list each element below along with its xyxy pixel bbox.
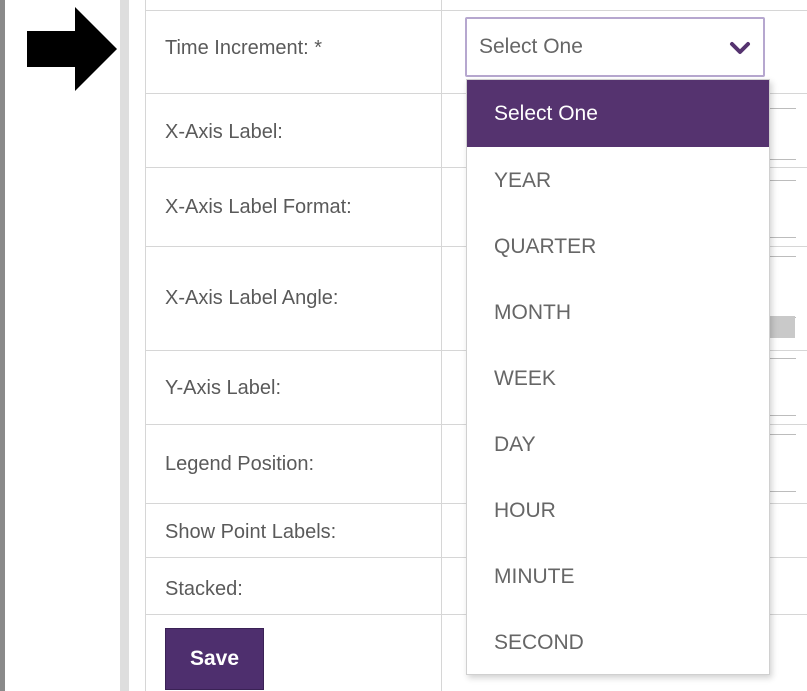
time-increment-selected-value: Select One bbox=[479, 35, 583, 58]
right-arrow-icon bbox=[27, 7, 117, 91]
time-increment-label: Time Increment: * bbox=[165, 37, 323, 59]
save-button[interactable]: Save bbox=[165, 628, 264, 690]
option-label: HOUR bbox=[494, 499, 556, 522]
legend-position-label: Legend Position: bbox=[165, 453, 315, 475]
option-label: DAY bbox=[494, 433, 536, 456]
panel-divider bbox=[120, 0, 129, 691]
stacked-label: Stacked: bbox=[165, 578, 243, 600]
option-quarter[interactable]: QUARTER bbox=[467, 213, 769, 279]
x-axis-label-label: X-Axis Label: bbox=[165, 121, 283, 143]
row-divider bbox=[145, 10, 807, 11]
option-minute[interactable]: MINUTE bbox=[467, 543, 769, 609]
option-hour[interactable]: HOUR bbox=[467, 477, 769, 543]
option-label: MINUTE bbox=[494, 565, 575, 588]
option-label: SECOND bbox=[494, 631, 584, 654]
option-label: Select One bbox=[494, 102, 598, 125]
option-label: QUARTER bbox=[494, 235, 597, 258]
left-panel bbox=[5, 0, 120, 691]
x-axis-label-angle-slider-track[interactable] bbox=[766, 316, 795, 338]
table-border-left bbox=[145, 0, 146, 691]
option-select-one[interactable]: Select One bbox=[467, 80, 769, 147]
option-day[interactable]: DAY bbox=[467, 411, 769, 477]
option-year[interactable]: YEAR bbox=[467, 147, 769, 213]
show-point-labels-label: Show Point Labels: bbox=[165, 521, 337, 543]
option-label: YEAR bbox=[494, 169, 552, 192]
y-axis-label-label: Y-Axis Label: bbox=[165, 377, 281, 399]
option-week[interactable]: WEEK bbox=[467, 345, 769, 411]
option-label: WEEK bbox=[494, 367, 556, 390]
chevron-down-icon bbox=[730, 42, 750, 54]
table-column-divider bbox=[441, 0, 442, 691]
x-axis-label-angle-label: X-Axis Label Angle: bbox=[165, 287, 339, 309]
x-axis-label-format-label: X-Axis Label Format: bbox=[165, 196, 352, 218]
option-second[interactable]: SECOND bbox=[467, 609, 769, 675]
time-increment-select[interactable]: Select One bbox=[465, 17, 765, 77]
time-increment-dropdown: Select One YEAR QUARTER MONTH WEEK DAY H… bbox=[466, 79, 770, 675]
option-label: MONTH bbox=[494, 301, 571, 324]
option-month[interactable]: MONTH bbox=[467, 279, 769, 345]
